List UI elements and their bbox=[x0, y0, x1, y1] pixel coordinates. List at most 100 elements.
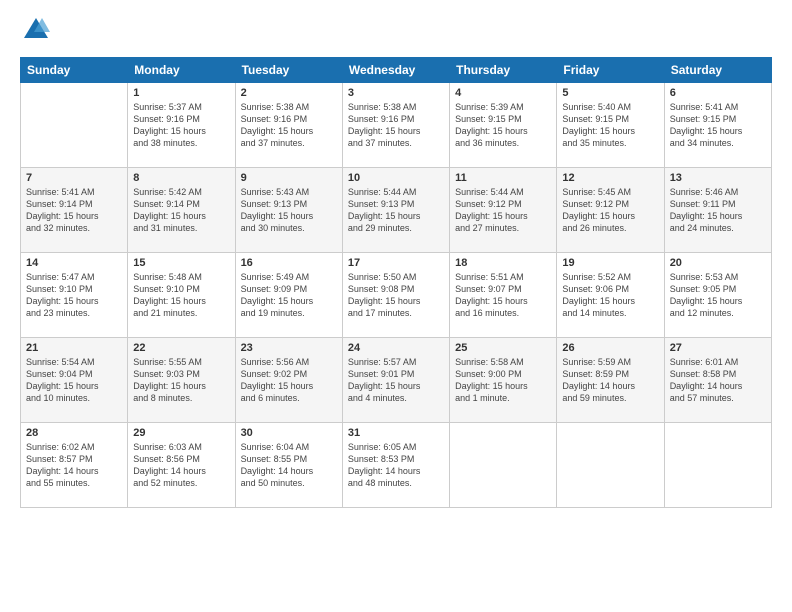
day-number: 17 bbox=[348, 257, 444, 269]
day-number: 2 bbox=[241, 87, 337, 99]
day-number: 21 bbox=[26, 342, 122, 354]
day-content: Sunrise: 5:45 AM Sunset: 9:12 PM Dayligh… bbox=[562, 186, 658, 235]
weekday-header-tuesday: Tuesday bbox=[235, 57, 342, 82]
calendar-cell: 19Sunrise: 5:52 AM Sunset: 9:06 PM Dayli… bbox=[557, 252, 664, 337]
calendar-cell: 2 Sunrise: 5:38 AM Sunset: 9:16 PM Daylig… bbox=[235, 82, 342, 167]
calendar-cell: 6 Sunrise: 5:41 AM Sunset: 9:15 PM Daylig… bbox=[664, 82, 771, 167]
day-number: 1 bbox=[133, 87, 229, 99]
day-number: 13 bbox=[670, 172, 766, 184]
header bbox=[20, 16, 772, 49]
day-number: 3 bbox=[348, 87, 444, 99]
calendar-cell bbox=[21, 82, 128, 167]
day-number: 14 bbox=[26, 257, 122, 269]
weekday-header-sunday: Sunday bbox=[21, 57, 128, 82]
calendar-cell: 10Sunrise: 5:44 AM Sunset: 9:13 PM Dayli… bbox=[342, 167, 449, 252]
day-content: Sunrise: 5:49 AM Sunset: 9:09 PM Dayligh… bbox=[241, 271, 337, 320]
day-content: Sunrise: 5:37 AM Sunset: 9:16 PM Dayligh… bbox=[133, 101, 229, 150]
day-number: 16 bbox=[241, 257, 337, 269]
calendar-cell: 8Sunrise: 5:42 AM Sunset: 9:14 PM Daylig… bbox=[128, 167, 235, 252]
day-content: Sunrise: 6:04 AM Sunset: 8:55 PM Dayligh… bbox=[241, 441, 337, 490]
day-number: 30 bbox=[241, 427, 337, 439]
day-content: Sunrise: 5:54 AM Sunset: 9:04 PM Dayligh… bbox=[26, 356, 122, 405]
calendar-cell: 13 Sunrise: 5:46 AM Sunset: 9:11 PM Dayli… bbox=[664, 167, 771, 252]
day-content: Sunrise: 5:57 AM Sunset: 9:01 PM Dayligh… bbox=[348, 356, 444, 405]
calendar-cell: 20 Sunrise: 5:53 AM Sunset: 9:05 PM Dayli… bbox=[664, 252, 771, 337]
calendar-cell: 12 Sunrise: 5:45 AM Sunset: 9:12 PM Dayli… bbox=[557, 167, 664, 252]
calendar-cell: 22 Sunrise: 5:55 AM Sunset: 9:03 PM Dayli… bbox=[128, 337, 235, 422]
day-content: Sunrise: 5:40 AM Sunset: 9:15 PM Dayligh… bbox=[562, 101, 658, 150]
day-content: Sunrise: 5:41 AM Sunset: 9:15 PM Dayligh… bbox=[670, 101, 766, 150]
day-number: 4 bbox=[455, 87, 551, 99]
calendar-page: SundayMondayTuesdayWednesdayThursdayFrid… bbox=[0, 0, 792, 520]
day-number: 28 bbox=[26, 427, 122, 439]
day-number: 24 bbox=[348, 342, 444, 354]
calendar-cell: 3 Sunrise: 5:38 AM Sunset: 9:16 PM Daylig… bbox=[342, 82, 449, 167]
day-content: Sunrise: 6:01 AM Sunset: 8:58 PM Dayligh… bbox=[670, 356, 766, 405]
calendar-cell: 11Sunrise: 5:44 AM Sunset: 9:12 PM Dayli… bbox=[450, 167, 557, 252]
calendar-cell bbox=[557, 422, 664, 507]
day-content: Sunrise: 5:55 AM Sunset: 9:03 PM Dayligh… bbox=[133, 356, 229, 405]
day-number: 8 bbox=[133, 172, 229, 184]
day-number: 22 bbox=[133, 342, 229, 354]
day-content: Sunrise: 6:02 AM Sunset: 8:57 PM Dayligh… bbox=[26, 441, 122, 490]
day-number: 18 bbox=[455, 257, 551, 269]
calendar-cell: 21 Sunrise: 5:54 AM Sunset: 9:04 PM Dayli… bbox=[21, 337, 128, 422]
day-content: Sunrise: 5:38 AM Sunset: 9:16 PM Dayligh… bbox=[241, 101, 337, 150]
day-content: Sunrise: 5:52 AM Sunset: 9:06 PM Dayligh… bbox=[562, 271, 658, 320]
calendar-week-row: 21 Sunrise: 5:54 AM Sunset: 9:04 PM Dayli… bbox=[21, 337, 772, 422]
day-number: 25 bbox=[455, 342, 551, 354]
day-number: 11 bbox=[455, 172, 551, 184]
calendar-cell: 24 Sunrise: 5:57 AM Sunset: 9:01 PM Dayli… bbox=[342, 337, 449, 422]
calendar-cell: 1 Sunrise: 5:37 AM Sunset: 9:16 PM Daylig… bbox=[128, 82, 235, 167]
day-number: 27 bbox=[670, 342, 766, 354]
calendar-cell: 26 Sunrise: 5:59 AM Sunset: 8:59 PM Dayli… bbox=[557, 337, 664, 422]
day-number: 20 bbox=[670, 257, 766, 269]
logo-icon bbox=[22, 16, 50, 44]
calendar-cell: 7 Sunrise: 5:41 AM Sunset: 9:14 PM Daylig… bbox=[21, 167, 128, 252]
calendar-cell: 23 Sunrise: 5:56 AM Sunset: 9:02 PM Dayli… bbox=[235, 337, 342, 422]
weekday-header-monday: Monday bbox=[128, 57, 235, 82]
calendar-cell: 18 Sunrise: 5:51 AM Sunset: 9:07 PM Dayli… bbox=[450, 252, 557, 337]
day-number: 5 bbox=[562, 87, 658, 99]
day-content: Sunrise: 5:47 AM Sunset: 9:10 PM Dayligh… bbox=[26, 271, 122, 320]
day-number: 12 bbox=[562, 172, 658, 184]
day-content: Sunrise: 5:39 AM Sunset: 9:15 PM Dayligh… bbox=[455, 101, 551, 150]
day-number: 9 bbox=[241, 172, 337, 184]
calendar-cell: 17 Sunrise: 5:50 AM Sunset: 9:08 PM Dayli… bbox=[342, 252, 449, 337]
day-number: 26 bbox=[562, 342, 658, 354]
day-number: 23 bbox=[241, 342, 337, 354]
calendar-table: SundayMondayTuesdayWednesdayThursdayFrid… bbox=[20, 57, 772, 508]
calendar-cell bbox=[664, 422, 771, 507]
calendar-week-row: 28 Sunrise: 6:02 AM Sunset: 8:57 PM Dayli… bbox=[21, 422, 772, 507]
calendar-cell: 30 Sunrise: 6:04 AM Sunset: 8:55 PM Dayli… bbox=[235, 422, 342, 507]
calendar-cell: 29 Sunrise: 6:03 AM Sunset: 8:56 PM Dayli… bbox=[128, 422, 235, 507]
day-number: 29 bbox=[133, 427, 229, 439]
day-content: Sunrise: 5:56 AM Sunset: 9:02 PM Dayligh… bbox=[241, 356, 337, 405]
day-content: Sunrise: 6:03 AM Sunset: 8:56 PM Dayligh… bbox=[133, 441, 229, 490]
day-content: Sunrise: 5:41 AM Sunset: 9:14 PM Dayligh… bbox=[26, 186, 122, 235]
day-content: Sunrise: 5:51 AM Sunset: 9:07 PM Dayligh… bbox=[455, 271, 551, 320]
day-number: 7 bbox=[26, 172, 122, 184]
day-content: Sunrise: 5:43 AM Sunset: 9:13 PM Dayligh… bbox=[241, 186, 337, 235]
weekday-header-friday: Friday bbox=[557, 57, 664, 82]
calendar-cell: 16 Sunrise: 5:49 AM Sunset: 9:09 PM Dayli… bbox=[235, 252, 342, 337]
calendar-week-row: 1 Sunrise: 5:37 AM Sunset: 9:16 PM Daylig… bbox=[21, 82, 772, 167]
day-content: Sunrise: 5:53 AM Sunset: 9:05 PM Dayligh… bbox=[670, 271, 766, 320]
calendar-week-row: 14 Sunrise: 5:47 AM Sunset: 9:10 PM Dayli… bbox=[21, 252, 772, 337]
calendar-header-row: SundayMondayTuesdayWednesdayThursdayFrid… bbox=[21, 57, 772, 82]
calendar-cell: 27 Sunrise: 6:01 AM Sunset: 8:58 PM Dayli… bbox=[664, 337, 771, 422]
day-content: Sunrise: 5:48 AM Sunset: 9:10 PM Dayligh… bbox=[133, 271, 229, 320]
weekday-header-saturday: Saturday bbox=[664, 57, 771, 82]
logo bbox=[20, 16, 50, 49]
day-content: Sunrise: 5:50 AM Sunset: 9:08 PM Dayligh… bbox=[348, 271, 444, 320]
day-content: Sunrise: 5:46 AM Sunset: 9:11 PM Dayligh… bbox=[670, 186, 766, 235]
day-content: Sunrise: 5:38 AM Sunset: 9:16 PM Dayligh… bbox=[348, 101, 444, 150]
weekday-header-wednesday: Wednesday bbox=[342, 57, 449, 82]
weekday-header-thursday: Thursday bbox=[450, 57, 557, 82]
calendar-cell: 31Sunrise: 6:05 AM Sunset: 8:53 PM Dayli… bbox=[342, 422, 449, 507]
day-number: 6 bbox=[670, 87, 766, 99]
calendar-cell bbox=[450, 422, 557, 507]
day-number: 15 bbox=[133, 257, 229, 269]
day-content: Sunrise: 5:44 AM Sunset: 9:13 PM Dayligh… bbox=[348, 186, 444, 235]
day-content: Sunrise: 5:59 AM Sunset: 8:59 PM Dayligh… bbox=[562, 356, 658, 405]
